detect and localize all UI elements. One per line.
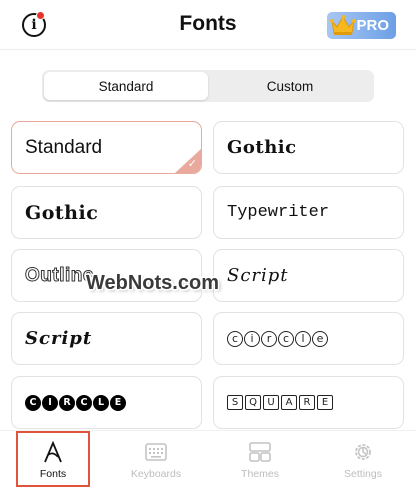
font-sample-circled: circle xyxy=(227,330,328,347)
font-card-gothic-bold[interactable]: Gothic xyxy=(11,186,202,239)
header-divider xyxy=(0,49,416,50)
settings-icon xyxy=(355,444,371,460)
header: i Fonts PRO xyxy=(0,0,416,50)
font-sample: Gothic xyxy=(227,137,297,158)
font-card-standard[interactable]: Standard ✓ xyxy=(11,121,202,174)
segment-standard[interactable]: Standard xyxy=(44,72,208,100)
enclosed-letter: l xyxy=(295,330,311,347)
tab-fonts[interactable]: Fonts xyxy=(11,431,95,489)
enclosed-letter: R xyxy=(59,394,75,411)
font-sample: Outline xyxy=(25,264,94,286)
segment-custom[interactable]: Custom xyxy=(208,72,372,100)
font-card-script-bold[interactable]: Script xyxy=(11,312,202,365)
pro-button[interactable]: PRO xyxy=(327,12,396,39)
enclosed-letter: R xyxy=(299,395,315,410)
enclosed-letter: e xyxy=(312,330,328,347)
enclosed-letter: E xyxy=(110,394,126,411)
tab-settings[interactable]: Settings xyxy=(321,431,405,489)
font-card-circle-black[interactable]: CIRCLE xyxy=(11,376,202,429)
tab-keyboards[interactable]: Keyboards xyxy=(114,431,198,489)
font-card-typewriter[interactable]: Typewriter xyxy=(213,186,404,239)
font-sample-circled-black: CIRCLE xyxy=(25,394,126,411)
font-card-circle[interactable]: circle xyxy=(213,312,404,365)
enclosed-letter: S xyxy=(227,395,243,410)
font-sample: Typewriter xyxy=(227,203,330,222)
font-card-gothic[interactable]: Gothic xyxy=(213,121,404,174)
tab-label: Keyboards xyxy=(130,468,182,480)
watermark: WebNots.com xyxy=(86,272,219,294)
fonts-icon xyxy=(44,441,62,463)
checkmark-icon: ✓ xyxy=(187,158,197,170)
keyboard-icon xyxy=(145,443,167,461)
font-sample: Standard xyxy=(25,136,103,158)
enclosed-letter: I xyxy=(42,394,58,411)
enclosed-letter: L xyxy=(93,394,109,411)
enclosed-letter: r xyxy=(261,330,277,347)
enclosed-letter: E xyxy=(317,395,333,410)
enclosed-letter: A xyxy=(281,395,297,410)
font-card-square[interactable]: SQUARE xyxy=(213,376,404,429)
font-sample: Script xyxy=(227,265,289,286)
tab-label: Settings xyxy=(344,468,382,480)
enclosed-letter: U xyxy=(263,395,279,410)
enclosed-letter: C xyxy=(25,394,41,411)
tab-label: Fonts xyxy=(39,468,67,480)
themes-icon xyxy=(249,442,271,462)
tab-themes[interactable]: Themes xyxy=(218,431,302,489)
font-category-segmented-control: Standard Custom xyxy=(42,70,374,102)
font-card-script[interactable]: Script xyxy=(213,249,404,302)
enclosed-letter: c xyxy=(278,330,294,347)
enclosed-letter: c xyxy=(227,330,243,347)
font-sample: Gothic xyxy=(25,201,99,224)
enclosed-letter: C xyxy=(76,394,92,411)
enclosed-letter: Q xyxy=(245,395,261,410)
font-sample-squared: SQUARE xyxy=(227,395,333,410)
pro-label: PRO xyxy=(356,17,389,34)
fonts-app: i Fonts PRO Standard Custom Standard ✓ G… xyxy=(0,0,416,489)
tab-bar: Fonts Keyboards Themes Settings xyxy=(0,430,416,489)
tab-label: Themes xyxy=(241,468,279,480)
font-sample: Script xyxy=(25,328,93,349)
crown-icon xyxy=(330,15,356,35)
enclosed-letter: i xyxy=(244,330,260,347)
